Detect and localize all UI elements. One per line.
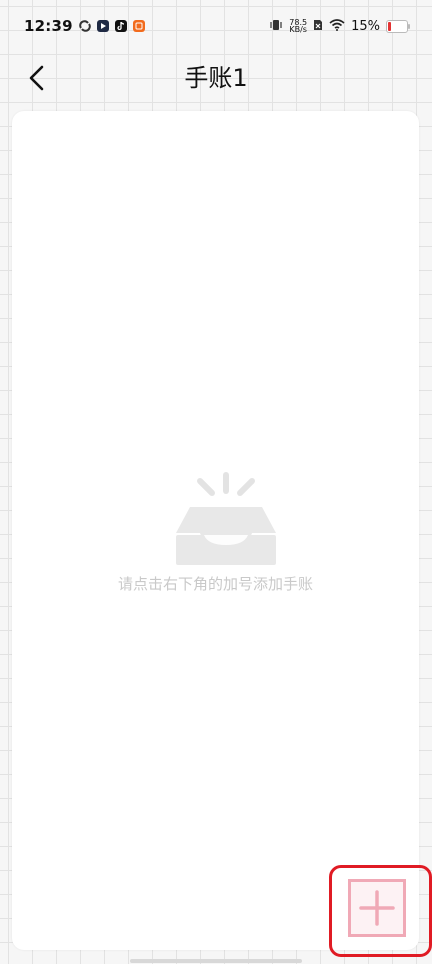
status-right: 78.5 KB/s 15%	[269, 18, 410, 34]
status-bar: 12:39 78.5 KB/s 15%	[0, 0, 432, 52]
add-journal-button[interactable]	[348, 879, 406, 937]
vibrate-icon	[269, 19, 283, 34]
tiktok-icon	[114, 20, 127, 32]
home-indicator	[130, 959, 302, 963]
play-icon	[96, 20, 109, 32]
battery-fill	[388, 21, 391, 31]
net-speed-unit: KB/s	[289, 25, 307, 34]
wifi-icon	[329, 18, 345, 34]
sync-icon	[79, 20, 91, 32]
empty-state-message: 请点击右下角的加号添加手账	[117, 575, 313, 593]
battery-icon	[386, 19, 410, 33]
net-speed: 78.5 KB/s	[289, 19, 307, 34]
battery-percent: 15%	[351, 18, 380, 34]
status-left: 12:39	[24, 17, 145, 35]
page-title: 手账1	[184, 64, 248, 92]
no-sim-icon	[313, 19, 323, 34]
nav-bar: 手账1	[0, 52, 432, 104]
status-time: 12:39	[24, 17, 73, 35]
plus-icon	[359, 890, 395, 926]
empty-inbox-icon	[176, 472, 276, 565]
app-icon	[132, 20, 145, 32]
journal-card: 请点击右下角的加号添加手账	[12, 111, 419, 950]
